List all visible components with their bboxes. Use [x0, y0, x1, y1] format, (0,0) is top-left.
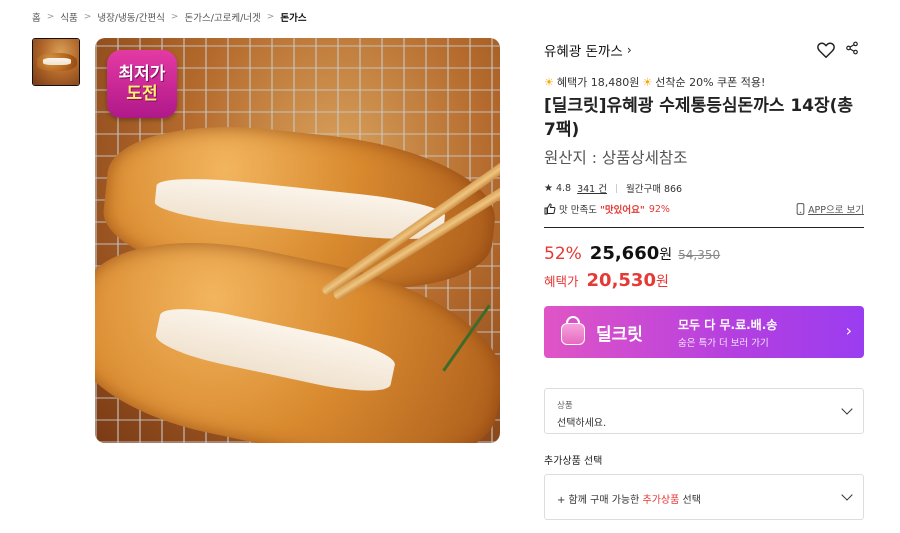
rating-row: ★ 4.8 341 건 월간구매 866	[544, 181, 683, 196]
chevron-right-icon: ›	[845, 321, 852, 340]
chevron-right-icon: >	[46, 12, 55, 22]
section-divider	[544, 227, 864, 228]
sale-price: 25,660	[589, 243, 660, 264]
benefit-price: 20,530	[586, 270, 656, 291]
brand-name: 유혜광 돈까스	[544, 44, 623, 60]
product-thumbnail[interactable]	[32, 38, 80, 86]
dealcret-logo: 딜크릿	[556, 315, 660, 349]
breadcrumb-frozen[interactable]: 냉장/냉동/간편식	[97, 10, 165, 24]
chevron-right-icon: >	[266, 12, 275, 22]
breadcrumb-current[interactable]: 돈가스	[280, 10, 306, 24]
heart-icon	[817, 42, 835, 58]
sun-icon: ☀	[642, 75, 653, 89]
coupon-description: 선착순 20% 쿠폰 적용!	[655, 76, 766, 89]
dealcret-banner[interactable]: 딜크릿 모두 다 무.료.배.송 숨은 특가 더 보러 가기 ›	[544, 306, 864, 358]
product-main-image[interactable]: 최저가 도전	[95, 38, 500, 443]
benefit-label: 혜택가	[544, 274, 579, 289]
thumbnail-cutlet-inner	[43, 58, 71, 65]
lock-body	[561, 323, 585, 345]
thumbs-up-icon	[544, 203, 556, 215]
brand-link[interactable]: 유혜광 돈까스 ›	[544, 40, 632, 60]
star-icon: ★	[544, 182, 553, 194]
breadcrumb-home[interactable]: 홈	[32, 10, 41, 24]
review-count-link[interactable]: 341 건	[577, 181, 607, 195]
product-option-select[interactable]: 상품 선택하세요.	[544, 388, 864, 434]
share-icon	[846, 41, 858, 55]
addon-option-select[interactable]: + 함께 구매 가능한 추가상품 선택	[544, 474, 864, 520]
monthly-purchase: 월간구매 866	[625, 184, 683, 195]
wishlist-button[interactable]	[816, 40, 836, 60]
product-origin: 원산지 : 상품상세참조	[544, 149, 688, 167]
product-title: [딜크릿]유혜광 수제통등심돈까스 14장(총 7팩)	[544, 96, 854, 140]
discount-rate: 52%	[544, 244, 582, 264]
brand-row: 유혜광 돈까스 ›	[544, 40, 864, 60]
dealcret-sub-text: 숨은 특가 더 보러 가기	[678, 337, 769, 349]
coupon-banner: ☀ 혜택가 18,480원 ☀ 선착순 20% 쿠폰 적용!	[544, 74, 765, 90]
mobile-icon	[796, 203, 805, 215]
lock-heart-icon	[556, 315, 590, 349]
rating-score: 4.8	[555, 182, 572, 194]
breadcrumb: 홈 > 식품 > 냉장/냉동/간편식 > 돈가스/고로케/너겟 > 돈가스	[32, 10, 307, 24]
addon-highlight: 추가상품	[642, 495, 680, 506]
breadcrumb-cutlet-category[interactable]: 돈가스/고로케/너겟	[184, 10, 260, 24]
dealcret-main-text: 모두 다 무.료.배.송	[678, 317, 778, 332]
lowest-price-badge: 최저가 도전	[107, 50, 177, 118]
share-button[interactable]	[842, 38, 862, 58]
app-view-link[interactable]: APP으로 보기	[796, 202, 864, 216]
chevron-right-icon: >	[83, 12, 92, 22]
cutlet-bottom-meat	[152, 300, 398, 400]
badge-line2: 도전	[126, 84, 158, 104]
addon-suffix: 선택	[682, 495, 701, 506]
original-price: 54,350	[678, 248, 721, 262]
divider	[615, 183, 617, 193]
sale-price-unit: 원	[659, 247, 673, 263]
satisfaction-label: 맛 만족도	[559, 205, 597, 216]
option-select-value: 선택하세요.	[557, 418, 607, 429]
coupon-price: 혜택가 18,480원	[556, 76, 640, 89]
chevron-right-icon: ›	[626, 43, 632, 57]
breadcrumb-food[interactable]: 식품	[60, 10, 77, 24]
sun-icon: ☀	[544, 75, 554, 89]
addon-select-value: + 함께 구매 가능한 추가상품 선택	[557, 491, 701, 506]
benefit-price-row: 혜택가 20,530 원	[544, 270, 669, 291]
price-row: 52% 25,660 원 54,350	[544, 243, 720, 264]
addon-prefix: + 함께 구매 가능한	[557, 495, 640, 506]
app-view-label: APP으로 보기	[808, 205, 864, 216]
satisfaction-quote: "맛있어요"	[599, 205, 645, 216]
badge-line1: 최저가	[118, 64, 166, 84]
dealcret-name: 딜크릿	[596, 324, 643, 345]
satisfaction-percent: 92%	[648, 203, 670, 215]
addon-section-title: 추가상품 선택	[544, 456, 603, 467]
chevron-right-icon: >	[170, 12, 179, 22]
option-select-label: 상품	[557, 401, 573, 411]
benefit-price-unit: 원	[655, 274, 669, 290]
chevron-down-icon	[841, 403, 853, 415]
chevron-down-icon	[841, 489, 853, 501]
dealcret-text: 모두 다 무.료.배.송 숨은 특가 더 보러 가기	[678, 316, 777, 349]
thumbnail-cutlet	[37, 53, 77, 71]
